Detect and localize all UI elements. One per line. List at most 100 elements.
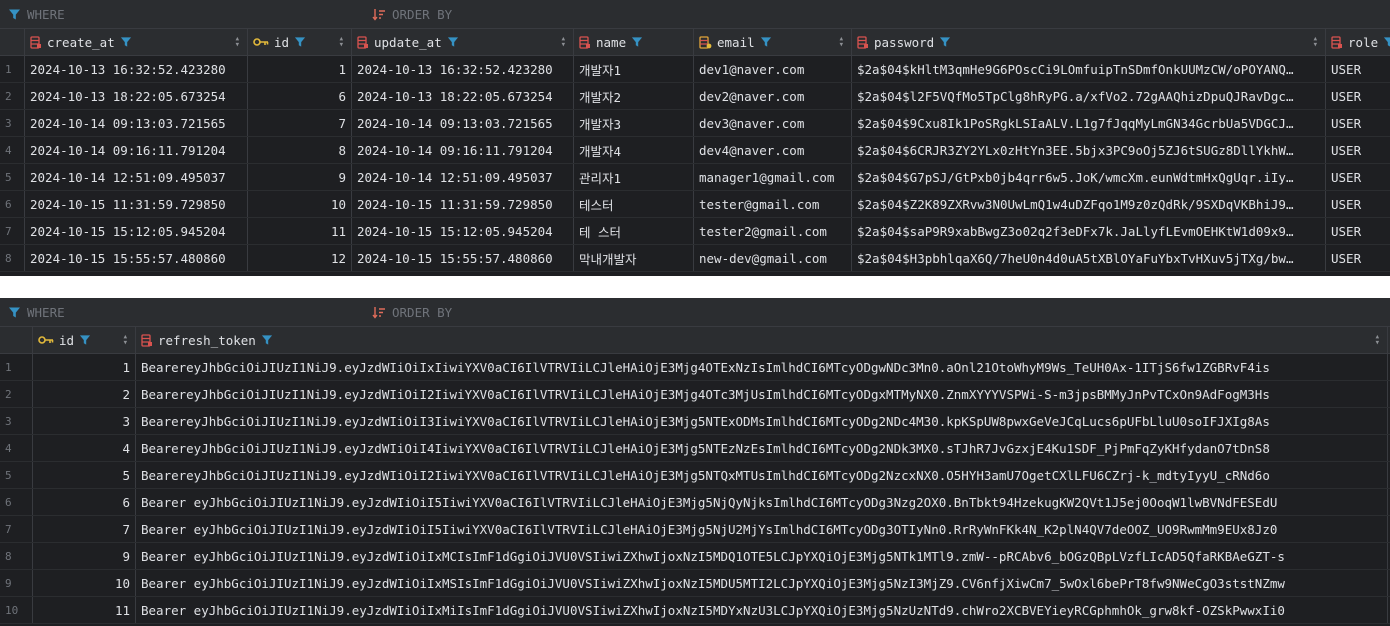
cell-role[interactable]: USER bbox=[1326, 56, 1390, 82]
cell-name[interactable]: 테 스터 bbox=[574, 218, 694, 244]
cell-refresh-token[interactable]: BearereyJhbGciOiJIUzI1NiJ9.eyJzdWIiOiIxI… bbox=[136, 354, 1388, 380]
cell-refresh-token[interactable]: Bearer eyJhbGciOiJIUzI1NiJ9.eyJzdWIiOiIx… bbox=[136, 597, 1388, 623]
cell-email[interactable]: dev2@naver.com bbox=[694, 83, 852, 109]
cell-id[interactable]: 10 bbox=[33, 570, 136, 596]
table-row[interactable]: 3 3 BearereyJhbGciOiJIUzI1NiJ9.eyJzdWIiOiI… bbox=[0, 408, 1390, 435]
cell-refresh-token[interactable]: Bearer eyJhbGciOiJIUzI1NiJ9.eyJzdWIiOiIx… bbox=[136, 543, 1388, 569]
cell-password[interactable]: $2a$04$H3pbhlqaX6Q/7heU0n4d0uA5tXBlOYaFu… bbox=[852, 245, 1326, 271]
cell-create-at[interactable]: 2024-10-15 15:12:05.945204 bbox=[25, 218, 248, 244]
cell-password[interactable]: $2a$04$l2F5VQfMo5TpClg8hRyPG.a/xfVo2.72g… bbox=[852, 83, 1326, 109]
filter-icon[interactable] bbox=[631, 36, 643, 48]
cell-create-at[interactable]: 2024-10-15 15:55:57.480860 bbox=[25, 245, 248, 271]
cell-password[interactable]: $2a$04$saP9R9xabBwgZ3o02q2f3eDFx7k.JaLly… bbox=[852, 218, 1326, 244]
cell-id[interactable]: 6 bbox=[248, 83, 352, 109]
cell-create-at[interactable]: 2024-10-14 09:13:03.721565 bbox=[25, 110, 248, 136]
filter-icon[interactable] bbox=[760, 36, 772, 48]
cell-create-at[interactable]: 2024-10-13 18:22:05.673254 bbox=[25, 83, 248, 109]
column-header-name[interactable]: name bbox=[574, 29, 694, 55]
cell-name[interactable]: 테스터 bbox=[574, 191, 694, 217]
cell-password[interactable]: $2a$04$9Cxu8Ik1PoSRgkLSIaALV.L1g7fJqqMyL… bbox=[852, 110, 1326, 136]
column-header-update-at[interactable]: update_at ▴ ▾ bbox=[352, 29, 574, 55]
cell-id[interactable]: 6 bbox=[33, 489, 136, 515]
cell-name[interactable]: 개발자1 bbox=[574, 56, 694, 82]
cell-role[interactable]: USER bbox=[1326, 137, 1390, 163]
cell-id[interactable]: 11 bbox=[248, 218, 352, 244]
cell-id[interactable]: 7 bbox=[33, 516, 136, 542]
table-row[interactable]: 7 2024-10-15 15:12:05.945204 11 2024-10-15 … bbox=[0, 218, 1390, 245]
cell-create-at[interactable]: 2024-10-14 09:16:11.791204 bbox=[25, 137, 248, 163]
cell-update-at[interactable]: 2024-10-13 18:22:05.673254 bbox=[352, 83, 574, 109]
table-row[interactable]: 5 5 BearereyJhbGciOiJIUzI1NiJ9.eyJzdWIiOiI… bbox=[0, 462, 1390, 489]
where-filter[interactable]: WHERE bbox=[8, 0, 65, 29]
cell-id[interactable]: 9 bbox=[33, 543, 136, 569]
table-row[interactable]: 4 4 BearereyJhbGciOiJIUzI1NiJ9.eyJzdWIiOiI… bbox=[0, 435, 1390, 462]
table-row[interactable]: 5 2024-10-14 12:51:09.495037 9 2024-10-14 1… bbox=[0, 164, 1390, 191]
table-row[interactable]: 2 2024-10-13 18:22:05.673254 6 2024-10-13 1… bbox=[0, 83, 1390, 110]
column-header-password[interactable]: password ▴ ▾ bbox=[852, 29, 1326, 55]
cell-refresh-token[interactable]: Bearer eyJhbGciOiJIUzI1NiJ9.eyJzdWIiOiI5… bbox=[136, 516, 1388, 542]
cell-id[interactable]: 5 bbox=[33, 462, 136, 488]
column-header-id[interactable]: id ▴ ▾ bbox=[33, 327, 136, 353]
cell-email[interactable]: tester2@gmail.com bbox=[694, 218, 852, 244]
filter-icon[interactable] bbox=[261, 334, 273, 346]
column-header-create-at[interactable]: create_at ▴ ▾ bbox=[25, 29, 248, 55]
filter-icon[interactable] bbox=[1383, 36, 1390, 48]
cell-refresh-token[interactable]: Bearer eyJhbGciOiJIUzI1NiJ9.eyJzdWIiOiIx… bbox=[136, 570, 1388, 596]
order-by-filter[interactable]: ORDER BY bbox=[372, 298, 452, 327]
cell-id[interactable]: 1 bbox=[33, 354, 136, 380]
table-row[interactable]: 6 2024-10-15 11:31:59.729850 10 2024-10-15 … bbox=[0, 191, 1390, 218]
sort-toggle-icon[interactable]: ▴ ▾ bbox=[235, 35, 242, 50]
filter-icon[interactable] bbox=[294, 36, 306, 48]
cell-name[interactable]: 관리자1 bbox=[574, 164, 694, 190]
table-row[interactable]: 1 2024-10-13 16:32:52.423280 1 2024-10-13 1… bbox=[0, 56, 1390, 83]
cell-refresh-token[interactable]: BearereyJhbGciOiJIUzI1NiJ9.eyJzdWIiOiI3I… bbox=[136, 408, 1388, 434]
cell-password[interactable]: $2a$04$G7pSJ/GtPxb0jb4qrr6w5.JoK/wmcXm.e… bbox=[852, 164, 1326, 190]
cell-role[interactable]: USER bbox=[1326, 218, 1390, 244]
cell-update-at[interactable]: 2024-10-15 15:55:57.480860 bbox=[352, 245, 574, 271]
cell-email[interactable]: dev1@naver.com bbox=[694, 56, 852, 82]
cell-role[interactable]: USER bbox=[1326, 110, 1390, 136]
column-header-id[interactable]: id ▴ ▾ bbox=[248, 29, 352, 55]
sort-toggle-icon[interactable]: ▴ ▾ bbox=[561, 35, 568, 50]
cell-email[interactable]: manager1@gmail.com bbox=[694, 164, 852, 190]
table-row[interactable]: 10 11 Bearer eyJhbGciOiJIUzI1NiJ9.eyJzdWIi… bbox=[0, 597, 1390, 624]
cell-update-at[interactable]: 2024-10-15 15:12:05.945204 bbox=[352, 218, 574, 244]
table-row[interactable]: 2 2 BearereyJhbGciOiJIUzI1NiJ9.eyJzdWIiOiI… bbox=[0, 381, 1390, 408]
sort-toggle-icon[interactable]: ▴ ▾ bbox=[1375, 333, 1382, 348]
cell-update-at[interactable]: 2024-10-14 09:13:03.721565 bbox=[352, 110, 574, 136]
cell-name[interactable]: 개발자4 bbox=[574, 137, 694, 163]
cell-update-at[interactable]: 2024-10-13 16:32:52.423280 bbox=[352, 56, 574, 82]
cell-name[interactable]: 막내개발자 bbox=[574, 245, 694, 271]
sort-toggle-icon[interactable]: ▴ ▾ bbox=[839, 35, 846, 50]
cell-refresh-token[interactable]: BearereyJhbGciOiJIUzI1NiJ9.eyJzdWIiOiI2I… bbox=[136, 381, 1388, 407]
table-row[interactable]: 8 9 Bearer eyJhbGciOiJIUzI1NiJ9.eyJzdWIiOi… bbox=[0, 543, 1390, 570]
cell-refresh-token[interactable]: BearereyJhbGciOiJIUzI1NiJ9.eyJzdWIiOiI2I… bbox=[136, 462, 1388, 488]
cell-id[interactable]: 2 bbox=[33, 381, 136, 407]
filter-icon[interactable] bbox=[120, 36, 132, 48]
filter-icon[interactable] bbox=[939, 36, 951, 48]
cell-update-at[interactable]: 2024-10-14 09:16:11.791204 bbox=[352, 137, 574, 163]
cell-id[interactable]: 7 bbox=[248, 110, 352, 136]
cell-update-at[interactable]: 2024-10-15 11:31:59.729850 bbox=[352, 191, 574, 217]
cell-email[interactable]: tester@gmail.com bbox=[694, 191, 852, 217]
cell-id[interactable]: 3 bbox=[33, 408, 136, 434]
where-filter[interactable]: WHERE bbox=[8, 298, 65, 327]
cell-id[interactable]: 4 bbox=[33, 435, 136, 461]
cell-create-at[interactable]: 2024-10-14 12:51:09.495037 bbox=[25, 164, 248, 190]
cell-role[interactable]: USER bbox=[1326, 83, 1390, 109]
cell-id[interactable]: 12 bbox=[248, 245, 352, 271]
cell-id[interactable]: 1 bbox=[248, 56, 352, 82]
cell-id[interactable]: 11 bbox=[33, 597, 136, 623]
cell-refresh-token[interactable]: Bearer eyJhbGciOiJIUzI1NiJ9.eyJzdWIiOiI5… bbox=[136, 489, 1388, 515]
cell-id[interactable]: 10 bbox=[248, 191, 352, 217]
column-header-role[interactable]: role bbox=[1326, 29, 1390, 55]
table-row[interactable]: 3 2024-10-14 09:13:03.721565 7 2024-10-14 0… bbox=[0, 110, 1390, 137]
filter-icon[interactable] bbox=[79, 334, 91, 346]
cell-id[interactable]: 9 bbox=[248, 164, 352, 190]
order-by-filter[interactable]: ORDER BY bbox=[372, 0, 452, 29]
table-row[interactable]: 6 6 Bearer eyJhbGciOiJIUzI1NiJ9.eyJzdWIiOi… bbox=[0, 489, 1390, 516]
sort-toggle-icon[interactable]: ▴ ▾ bbox=[123, 333, 130, 348]
cell-password[interactable]: $2a$04$kHltM3qmHe9G6POscCi9LOmfuipTnSDmf… bbox=[852, 56, 1326, 82]
table-row[interactable]: 1 1 BearereyJhbGciOiJIUzI1NiJ9.eyJzdWIiOiI… bbox=[0, 354, 1390, 381]
cell-password[interactable]: $2a$04$Z2K89ZXRvw3N0UwLmQ1w4uDZFqo1M9z0z… bbox=[852, 191, 1326, 217]
